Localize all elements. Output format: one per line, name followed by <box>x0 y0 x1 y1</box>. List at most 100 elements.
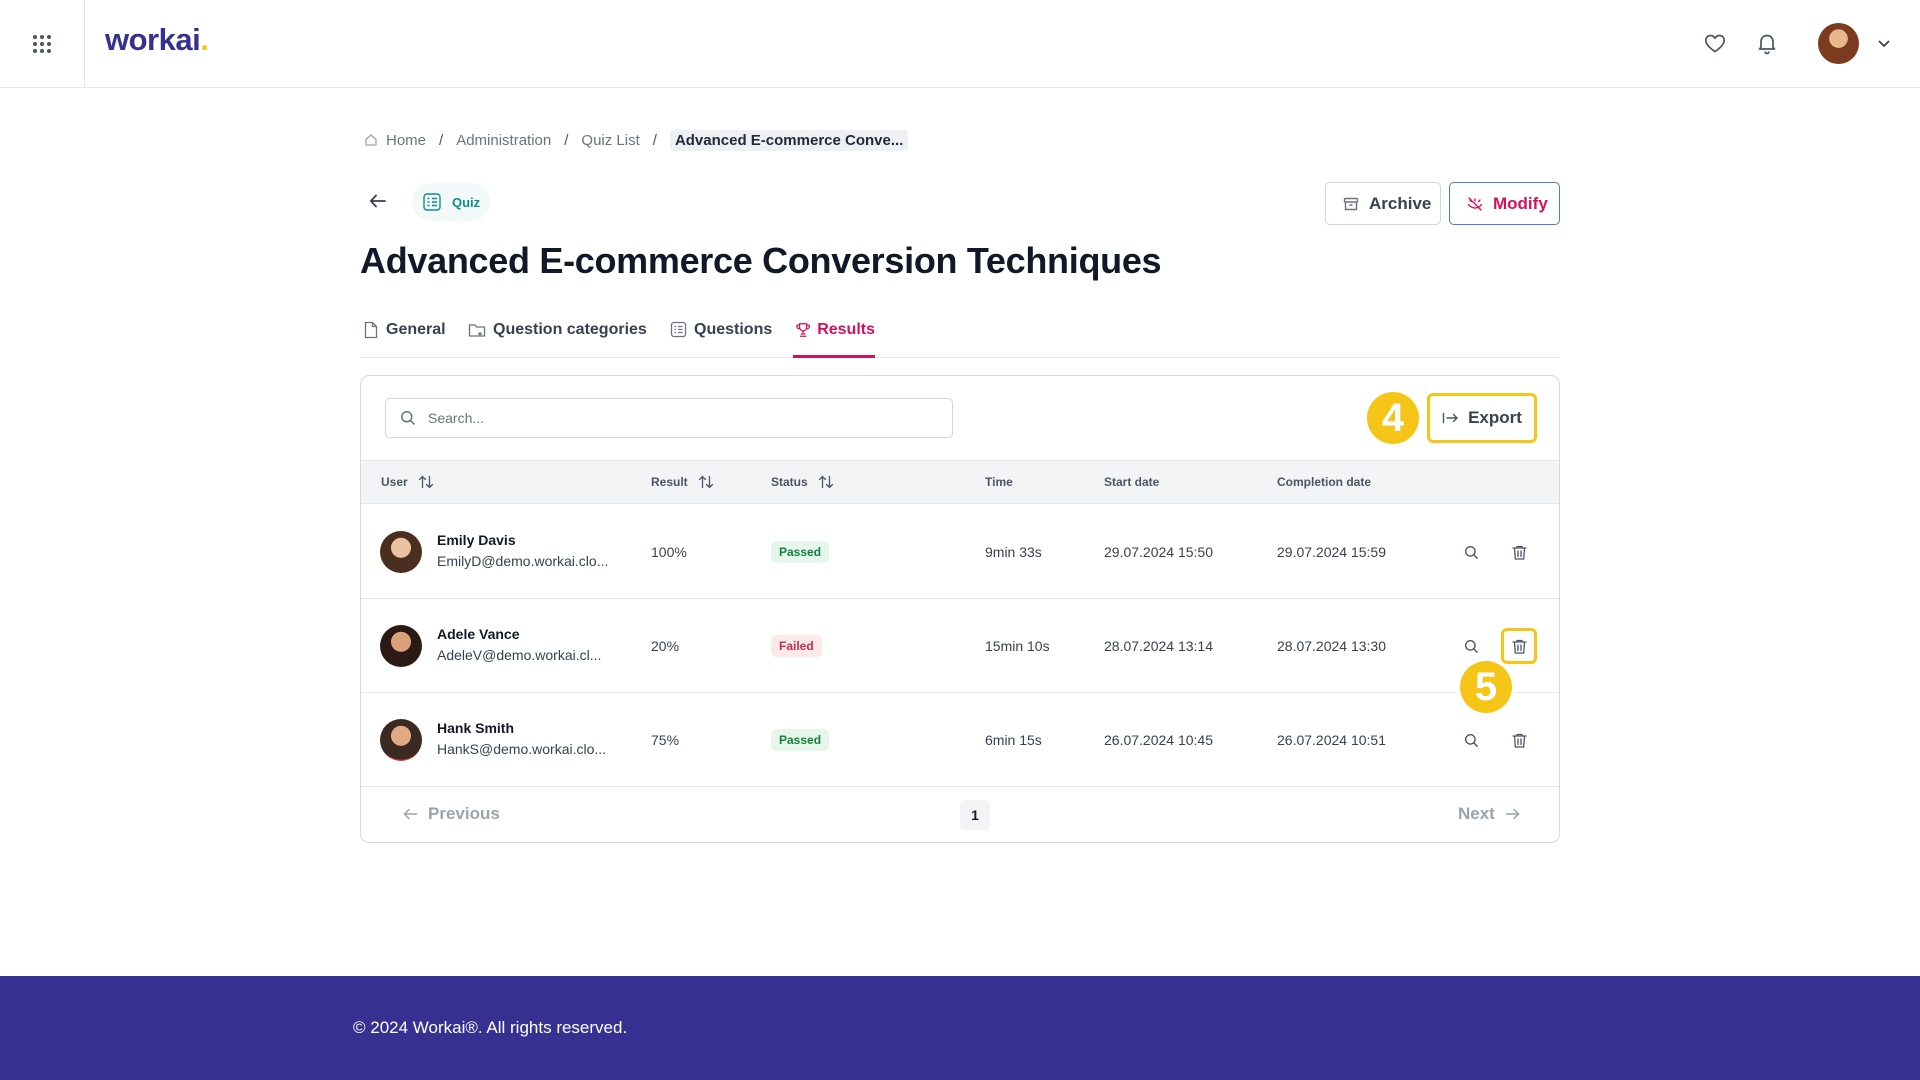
export-button[interactable]: Export <box>1427 393 1537 443</box>
view-result-button[interactable] <box>1455 536 1487 568</box>
delete-result-button[interactable] <box>1503 536 1535 568</box>
breadcrumb-administration[interactable]: Administration <box>456 132 551 149</box>
tab-question-categories[interactable]: Question categories <box>468 315 647 358</box>
pagination: Previous 1 Next <box>361 786 1559 842</box>
breadcrumb-home[interactable]: Home <box>386 132 426 149</box>
page-number[interactable]: 1 <box>960 800 990 830</box>
column-header-start-date: Start date <box>1104 475 1159 489</box>
completion-date-value: 29.07.2024 15:59 <box>1277 544 1386 560</box>
breadcrumb-separator: / <box>652 131 657 149</box>
export-icon <box>1442 412 1459 424</box>
next-label: Next <box>1458 804 1495 823</box>
logo-dot: . <box>200 22 209 57</box>
eye-off-icon <box>1467 196 1483 211</box>
workai-logo[interactable]: workai. <box>105 22 209 58</box>
user-name: Adele Vance <box>437 626 520 642</box>
trophy-icon <box>796 323 810 337</box>
document-icon <box>364 321 378 339</box>
status-badge: Passed <box>771 541 830 563</box>
search-input[interactable] <box>428 410 908 426</box>
result-value: 75% <box>651 732 680 748</box>
table-row: Hank Smith HankS@demo.workai.clo... 75% … <box>361 693 1559 787</box>
column-header-result: Result <box>651 475 714 489</box>
start-date-value: 28.07.2024 13:14 <box>1104 638 1213 654</box>
delete-result-button[interactable] <box>1503 724 1535 756</box>
apps-grid-button[interactable] <box>0 0 85 87</box>
export-label: Export <box>1468 408 1522 427</box>
delete-result-button[interactable] <box>1501 628 1537 664</box>
arrow-left-icon <box>403 808 418 820</box>
tab-results-label: Results <box>817 321 875 338</box>
breadcrumb-current: Advanced E-commerce Conve... <box>669 129 909 151</box>
avatar <box>380 719 422 761</box>
user-email: AdeleV@demo.workai.cl... <box>437 647 602 663</box>
column-header-status: Status <box>771 475 834 489</box>
breadcrumb-separator: / <box>564 131 569 149</box>
page-title: Advanced E-commerce Conversion Technique… <box>360 240 1162 281</box>
list-icon <box>670 321 687 338</box>
result-value: 20% <box>651 638 680 654</box>
notifications-button[interactable] <box>1755 31 1781 57</box>
previous-page-button[interactable]: Previous <box>403 804 500 824</box>
bell-icon <box>1758 34 1776 55</box>
user-avatar[interactable] <box>1818 23 1859 64</box>
folder-icon <box>468 324 486 337</box>
tab-questions[interactable]: Questions <box>670 315 772 358</box>
time-value: 6min 15s <box>985 732 1042 748</box>
status-badge: Failed <box>771 635 822 657</box>
user-menu-toggle[interactable] <box>1877 36 1891 50</box>
search-icon <box>1464 545 1478 559</box>
avatar <box>380 531 422 573</box>
sort-icon[interactable] <box>418 475 434 489</box>
tab-general[interactable]: General <box>363 315 446 358</box>
avatar <box>380 625 422 667</box>
time-value: 9min 33s <box>985 544 1042 560</box>
column-header-completion-date: Completion date <box>1277 475 1371 489</box>
archive-icon <box>1343 197 1359 210</box>
step-marker-5: 5 <box>1460 661 1512 713</box>
user-email: HankS@demo.workai.clo... <box>437 741 607 757</box>
copyright-text: © 2024 Workai®. All rights reserved. <box>353 1018 628 1037</box>
table-header: User Result Status Time Start date Compl… <box>361 460 1559 504</box>
previous-label: Previous <box>428 804 500 823</box>
step-marker-4: 4 <box>1367 392 1419 444</box>
back-button[interactable] <box>368 191 388 211</box>
trash-icon <box>1511 733 1527 748</box>
trash-icon <box>1511 545 1527 560</box>
search-box[interactable] <box>385 398 953 438</box>
favorites-button[interactable] <box>1703 31 1729 57</box>
view-result-button[interactable] <box>1455 630 1487 662</box>
logo-text: workai <box>105 22 201 57</box>
user-name: Hank Smith <box>437 720 515 736</box>
search-icon <box>1464 639 1478 653</box>
status-badge: Passed <box>771 729 830 751</box>
archive-label: Archive <box>1369 193 1432 213</box>
result-value: 100% <box>651 544 687 560</box>
completion-date-value: 28.07.2024 13:30 <box>1277 638 1386 654</box>
breadcrumb-separator: / <box>439 131 444 149</box>
breadcrumb-quiz-list[interactable]: Quiz List <box>581 132 639 149</box>
search-icon <box>1464 733 1478 747</box>
top-bar: workai. <box>0 0 1920 88</box>
apps-grid-icon <box>33 34 51 53</box>
table-row: Adele Vance AdeleV@demo.workai.cl... 20%… <box>361 599 1559 693</box>
column-label-completion-date: Completion date <box>1277 475 1372 489</box>
quiz-icon <box>423 193 441 211</box>
tab-results[interactable]: Results <box>793 315 875 358</box>
column-label-start-date: Start date <box>1104 475 1160 489</box>
sort-icon[interactable] <box>818 475 834 489</box>
tab-bar: General Question categories Questions Re… <box>360 315 1560 358</box>
sort-icon[interactable] <box>698 475 714 489</box>
user-email: EmilyD@demo.workai.clo... <box>437 553 609 569</box>
view-result-button[interactable] <box>1455 724 1487 756</box>
footer: © 2024 Workai®. All rights reserved. <box>0 976 1920 1080</box>
column-header-user: User <box>381 475 434 489</box>
heart-icon <box>1705 34 1725 53</box>
modify-button[interactable]: Modify <box>1449 182 1560 225</box>
start-date-value: 29.07.2024 15:50 <box>1104 544 1213 560</box>
archive-button[interactable]: Archive <box>1325 182 1441 225</box>
completion-date-value: 26.07.2024 10:51 <box>1277 732 1386 748</box>
next-page-button[interactable]: Next <box>1458 804 1520 824</box>
arrow-left-icon <box>369 194 386 208</box>
content-type-badge: Quiz <box>412 183 491 221</box>
